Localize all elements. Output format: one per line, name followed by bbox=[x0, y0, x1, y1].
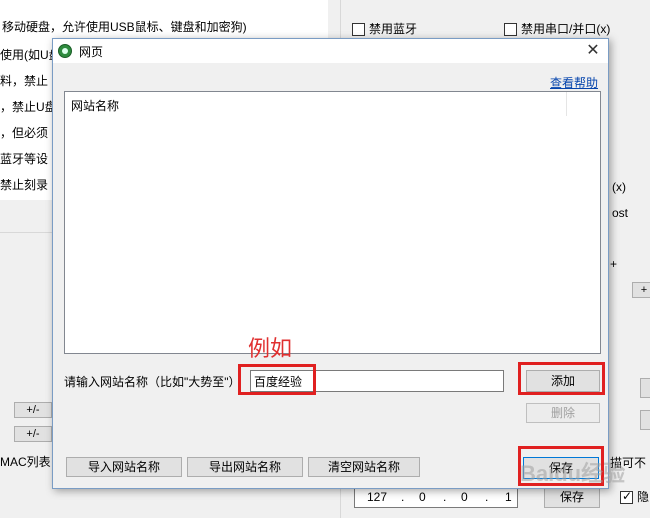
ip-octet: 0 bbox=[461, 490, 468, 504]
ip-dot: . bbox=[443, 490, 447, 504]
bg-policy-line-3: 料，禁止 bbox=[0, 74, 49, 88]
add-button-highlight-box bbox=[518, 362, 605, 395]
ip-dot: . bbox=[485, 490, 489, 504]
checkbox-icon[interactable] bbox=[620, 489, 633, 505]
bg-divider bbox=[0, 232, 52, 233]
import-websites-button[interactable]: 导入网站名称 bbox=[66, 457, 182, 477]
bg-ip-address-field[interactable]: 127 . 0 . 0 . 1 bbox=[354, 486, 518, 508]
bg-partial-text: (x) bbox=[612, 180, 626, 194]
delete-button[interactable]: 删除 bbox=[526, 403, 600, 423]
bg-save-button[interactable]: 保存 bbox=[544, 486, 600, 508]
watermark: Baidu经验 bbox=[520, 461, 626, 486]
bg-plus-button[interactable]: + bbox=[632, 282, 650, 298]
bg-serial-label: 禁用串口/并口(x) bbox=[521, 22, 611, 36]
bg-plus-minus-button[interactable]: +/- bbox=[14, 426, 52, 442]
input-prompt-label: 请输入网站名称（比如"大势至"） bbox=[64, 375, 241, 389]
input-highlight-box bbox=[238, 364, 316, 395]
website-dialog: 网页 ✕ 查看帮助 网站名称 请输入网站名称（比如"大势至"） 添加 删除 导入… bbox=[52, 38, 609, 489]
bg-partial-button[interactable] bbox=[640, 378, 650, 398]
checkbox-icon[interactable] bbox=[504, 23, 517, 37]
list-column-header[interactable]: 网站名称 bbox=[65, 92, 565, 116]
export-websites-button[interactable]: 导出网站名称 bbox=[187, 457, 303, 477]
dialog-titlebar[interactable]: 网页 ✕ bbox=[53, 39, 608, 63]
bg-mac-list-label: MAC列表 bbox=[0, 455, 51, 469]
bg-partial-button[interactable] bbox=[640, 410, 650, 430]
bg-plus-minus-button[interactable]: +/- bbox=[14, 402, 52, 418]
website-list[interactable]: 网站名称 bbox=[64, 91, 601, 354]
close-icon[interactable]: ✕ bbox=[578, 39, 608, 63]
bg-usb-policy-text: 移动硬盘，允许使用USB鼠标、键盘和加密狗) bbox=[2, 20, 247, 34]
bg-policy-line-6: 蓝牙等设 bbox=[0, 152, 49, 166]
bg-partial-text: ost bbox=[612, 206, 629, 220]
ip-octet: 1 bbox=[505, 490, 512, 504]
bg-bluetooth-label: 禁用蓝牙 bbox=[369, 22, 418, 36]
bg-hide-checkbox[interactable]: 隐 bbox=[620, 488, 649, 505]
bg-partial-text: + bbox=[610, 257, 618, 271]
ip-dot: . bbox=[401, 490, 405, 504]
bg-bluetooth-checkbox[interactable]: 禁用蓝牙 bbox=[352, 20, 417, 37]
ip-octet: 127 bbox=[367, 490, 388, 504]
bg-policy-line-7: 禁止刻录 bbox=[0, 178, 49, 192]
dialog-title: 网页 bbox=[79, 45, 104, 59]
bg-policy-line-5: ，但必须 bbox=[0, 126, 49, 140]
app-icon bbox=[58, 44, 72, 58]
example-annotation: 例如 bbox=[248, 337, 293, 362]
bg-serial-checkbox[interactable]: 禁用串口/并口(x) bbox=[504, 20, 610, 37]
column-divider bbox=[566, 92, 567, 116]
checkbox-icon[interactable] bbox=[352, 23, 365, 37]
help-link[interactable]: 查看帮助 bbox=[550, 74, 598, 91]
bg-hide-label: 隐 bbox=[637, 490, 650, 504]
bg-policy-line-4: ，禁止U盘 bbox=[0, 100, 57, 114]
clear-websites-button[interactable]: 清空网站名称 bbox=[308, 457, 420, 477]
ip-octet: 0 bbox=[419, 490, 426, 504]
